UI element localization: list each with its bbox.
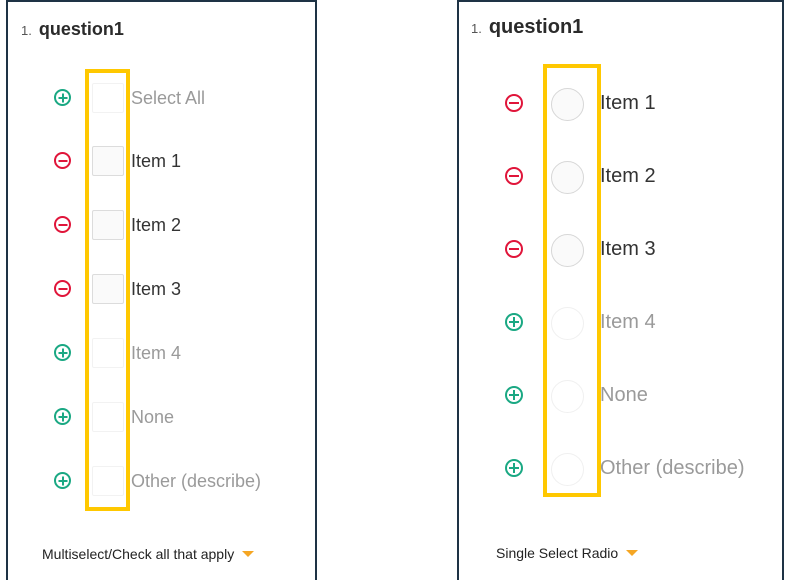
question-panel-multiselect: 1. question1 Select All Item 1 Item 2 It… <box>6 0 317 580</box>
option-label[interactable]: Item 2 <box>131 215 181 236</box>
option-radio[interactable] <box>551 234 584 267</box>
question-panel-radio: 1. question1 Item 1 Item 2 Item 3 Item 4… <box>457 0 784 580</box>
option-label[interactable]: Item 3 <box>131 279 181 300</box>
question-header: 1. question1 <box>21 19 124 40</box>
question-type-dropdown[interactable]: Single Select Radio <box>496 545 639 561</box>
option-radio[interactable] <box>551 380 584 413</box>
minus-circle-icon[interactable] <box>505 240 523 258</box>
option-label[interactable]: None <box>131 407 174 428</box>
plus-circle-icon[interactable] <box>505 313 523 331</box>
option-label[interactable]: Item 4 <box>600 311 656 334</box>
option-checkbox[interactable] <box>92 274 124 304</box>
option-radio[interactable] <box>551 453 584 486</box>
option-radio[interactable] <box>551 161 584 194</box>
option-label[interactable]: Item 1 <box>131 151 181 172</box>
option-checkbox[interactable] <box>92 83 124 113</box>
option-row: None <box>8 402 315 432</box>
option-label[interactable]: Other (describe) <box>131 471 261 492</box>
question-title[interactable]: question1 <box>489 16 583 39</box>
option-row: Item 2 <box>8 210 315 240</box>
option-checkbox[interactable] <box>92 146 124 176</box>
question-number: 1. <box>21 23 32 38</box>
option-radio[interactable] <box>551 307 584 340</box>
plus-circle-icon[interactable] <box>54 408 71 425</box>
plus-circle-icon[interactable] <box>505 459 523 477</box>
option-row: Item 4 <box>8 338 315 368</box>
option-row: Select All <box>8 83 315 113</box>
option-checkbox[interactable] <box>92 402 124 432</box>
highlight-box <box>543 64 601 497</box>
option-row: Item 3 <box>8 274 315 304</box>
option-label[interactable]: Select All <box>131 88 205 109</box>
question-header: 1. question1 <box>471 16 583 39</box>
option-row: Other (describe) <box>8 466 315 496</box>
option-checkbox[interactable] <box>92 210 124 240</box>
question-type-dropdown[interactable]: Multiselect/Check all that apply <box>42 546 255 562</box>
option-label[interactable]: None <box>600 384 648 407</box>
plus-circle-icon[interactable] <box>54 472 71 489</box>
question-type-label[interactable]: Single Select Radio <box>496 545 618 561</box>
question-type-label[interactable]: Multiselect/Check all that apply <box>42 546 234 562</box>
caret-down-icon[interactable] <box>242 551 255 557</box>
plus-circle-icon[interactable] <box>54 89 71 106</box>
option-row: Item 1 <box>8 146 315 176</box>
option-label[interactable]: Item 1 <box>600 92 656 115</box>
caret-down-icon[interactable] <box>626 550 639 556</box>
option-row: Item 2 <box>459 160 782 194</box>
option-row: None <box>459 379 782 413</box>
option-checkbox[interactable] <box>92 338 124 368</box>
minus-circle-icon[interactable] <box>54 152 71 169</box>
minus-circle-icon[interactable] <box>54 216 71 233</box>
question-title[interactable]: question1 <box>39 19 124 40</box>
option-checkbox[interactable] <box>92 466 124 496</box>
option-label[interactable]: Item 2 <box>600 165 656 188</box>
option-row: Other (describe) <box>459 452 782 486</box>
option-radio[interactable] <box>551 88 584 121</box>
question-number: 1. <box>471 21 482 36</box>
option-label[interactable]: Other (describe) <box>600 457 745 480</box>
minus-circle-icon[interactable] <box>505 167 523 185</box>
plus-circle-icon[interactable] <box>505 386 523 404</box>
plus-circle-icon[interactable] <box>54 344 71 361</box>
option-row: Item 1 <box>459 87 782 121</box>
minus-circle-icon[interactable] <box>54 280 71 297</box>
option-row: Item 3 <box>459 233 782 267</box>
option-label[interactable]: Item 4 <box>131 343 181 364</box>
option-label[interactable]: Item 3 <box>600 238 656 261</box>
minus-circle-icon[interactable] <box>505 94 523 112</box>
option-row: Item 4 <box>459 306 782 340</box>
